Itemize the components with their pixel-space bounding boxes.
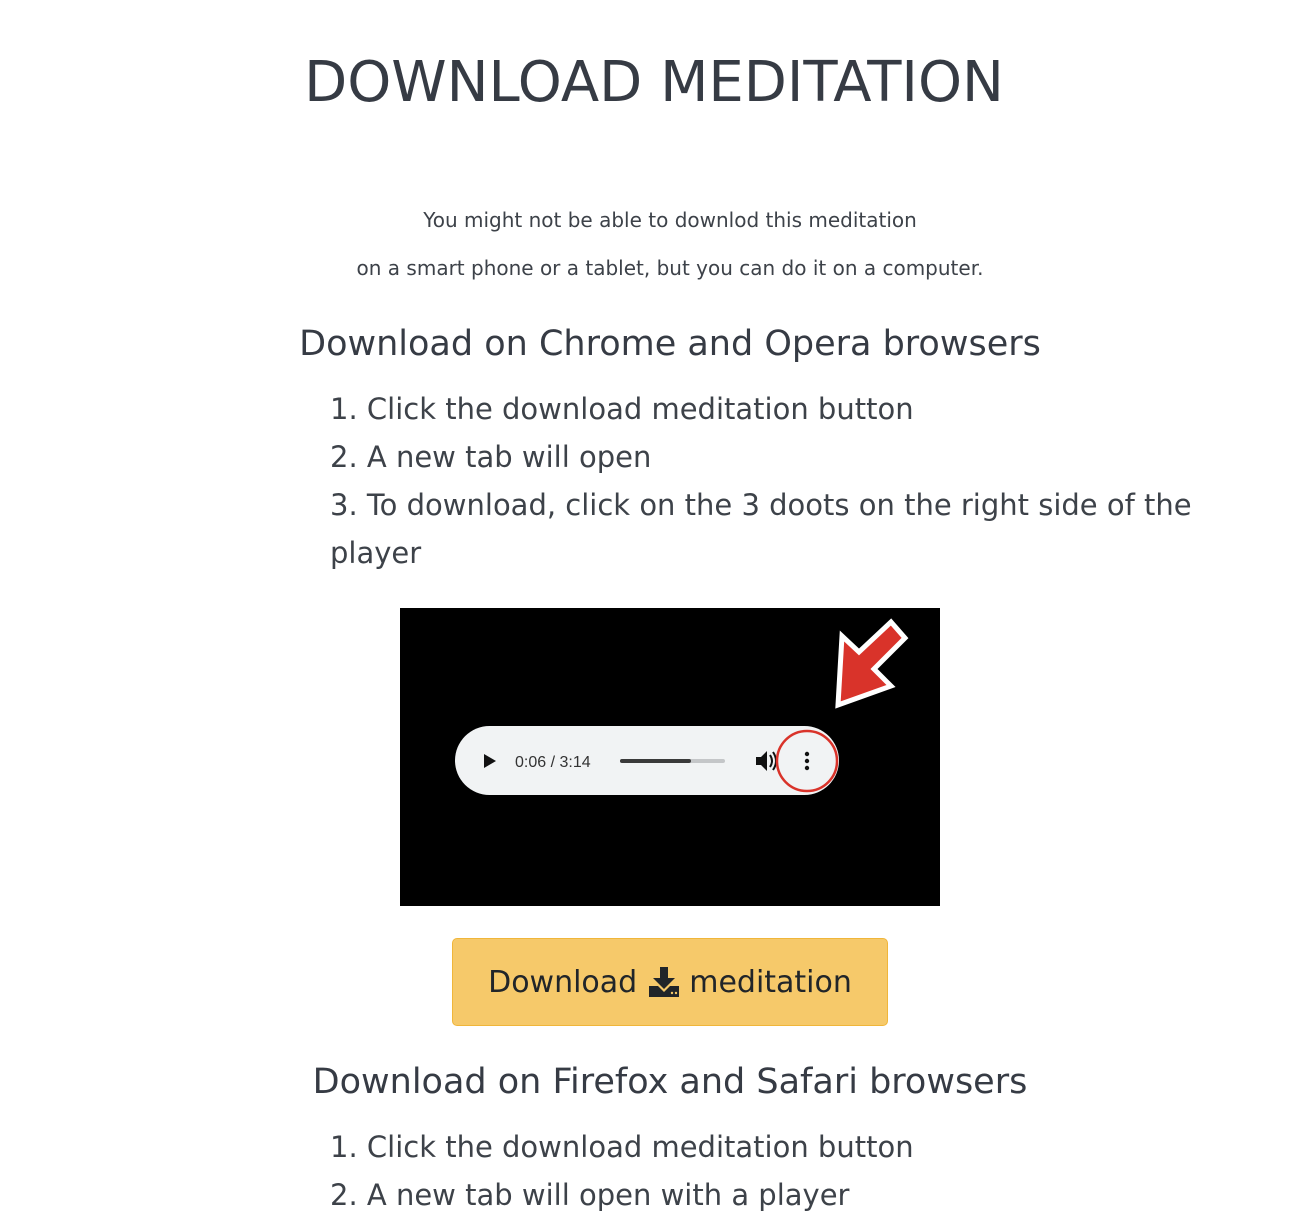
firefox-steps-list: 1. Click the download meditation button … (330, 1123, 1210, 1214)
list-item: 2. A new tab will open with a player (330, 1178, 850, 1212)
list-item: 1. Click the download meditation button (330, 392, 914, 426)
audio-player-screenshot: 0:06 / 3:14 (400, 608, 940, 906)
list-item: 3. To download, click on the 3 doots on … (330, 488, 1192, 570)
page-title: DOWNLOAD MEDITATION (304, 50, 1004, 115)
download-button-label-before: Download (488, 964, 638, 1000)
progress-fill (620, 759, 691, 763)
chrome-steps-list: 1. Click the download meditation button … (330, 385, 1210, 577)
firefox-safari-heading: Download on Firefox and Safari browsers (312, 1062, 1028, 1102)
intro-text-line-1: You might not be able to downlod this me… (423, 208, 917, 232)
download-button-label-after: meditation (689, 964, 852, 1000)
more-options-icon (804, 751, 810, 771)
player-time: 0:06 / 3:14 (515, 754, 591, 771)
list-item: 2. A new tab will open (330, 440, 652, 474)
download-meditation-button[interactable]: Download meditation (452, 938, 888, 1026)
download-icon (647, 966, 681, 998)
chrome-opera-heading: Download on Chrome and Opera browsers (299, 324, 1041, 364)
list-item: 1. Click the download meditation button (330, 1130, 914, 1164)
intro-text-line-2: on a smart phone or a tablet, but you ca… (356, 256, 984, 280)
